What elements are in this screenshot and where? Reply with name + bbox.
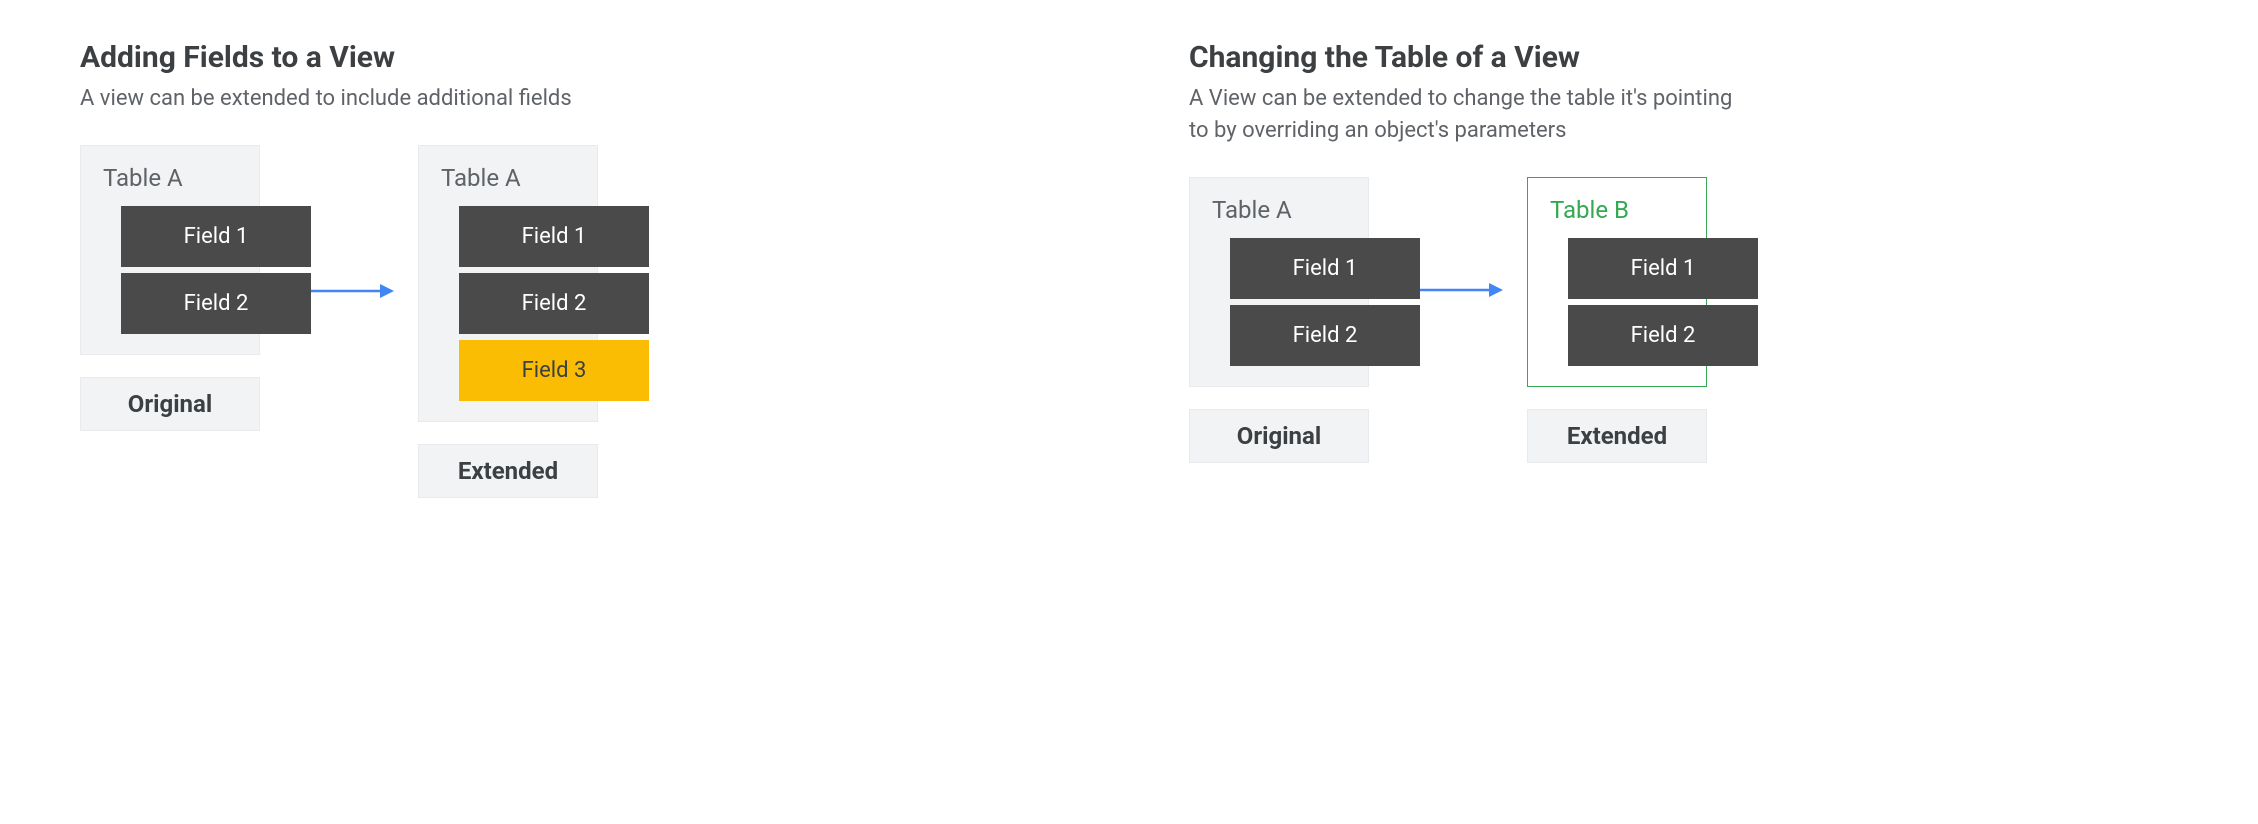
field-block: Field 2 xyxy=(1568,305,1758,366)
caption-extended: Extended xyxy=(1527,409,1707,463)
field-block: Field 1 xyxy=(121,206,311,267)
table-box-extended: Table A Field 1 Field 2 Field 3 xyxy=(418,145,598,422)
field-block: Field 1 xyxy=(1568,238,1758,299)
caption-original: Original xyxy=(80,377,260,431)
unit-original: Table A Field 1 Field 2 Original xyxy=(80,145,260,431)
table-label: Table A xyxy=(81,146,259,206)
field-block: Field 2 xyxy=(121,273,311,334)
diagram-container: Adding Fields to a View A view can be ex… xyxy=(80,40,2178,498)
section-adding-fields: Adding Fields to a View A view can be ex… xyxy=(80,40,1069,498)
diagram-row: Table A Field 1 Field 2 Original T xyxy=(80,145,1069,498)
field-block: Field 1 xyxy=(459,206,649,267)
fields-wrap: Field 1 Field 2 xyxy=(121,206,259,334)
diagram-row: Table A Field 1 Field 2 Original T xyxy=(1189,177,2178,463)
field-block: Field 1 xyxy=(1230,238,1420,299)
fields-wrap: Field 1 Field 2 xyxy=(1230,238,1368,366)
section-changing-table: Changing the Table of a View A View can … xyxy=(1189,40,2178,498)
section-title: Changing the Table of a View xyxy=(1189,40,2178,75)
table-label: Table A xyxy=(419,146,597,206)
unit-extended: Table A Field 1 Field 2 Field 3 Extended xyxy=(418,145,598,498)
section-subtitle: A View can be extended to change the tab… xyxy=(1189,83,1749,147)
field-block: Field 2 xyxy=(1230,305,1420,366)
caption-extended: Extended xyxy=(418,444,598,498)
table-label: Table A xyxy=(1190,178,1368,238)
unit-extended: Table B Field 1 Field 2 Extended xyxy=(1527,177,1707,463)
field-block-new: Field 3 xyxy=(459,340,649,401)
field-block: Field 2 xyxy=(459,273,649,334)
table-box-original: Table A Field 1 Field 2 xyxy=(1189,177,1369,387)
fields-wrap: Field 1 Field 2 xyxy=(1568,238,1706,366)
unit-original: Table A Field 1 Field 2 Original xyxy=(1189,177,1369,463)
section-subtitle: A view can be extended to include additi… xyxy=(80,83,640,115)
fields-wrap: Field 1 Field 2 Field 3 xyxy=(459,206,597,401)
table-box-original: Table A Field 1 Field 2 xyxy=(80,145,260,355)
section-title: Adding Fields to a View xyxy=(80,40,1069,75)
table-label: Table B xyxy=(1528,178,1706,238)
caption-original: Original xyxy=(1189,409,1369,463)
table-box-extended: Table B Field 1 Field 2 xyxy=(1527,177,1707,387)
